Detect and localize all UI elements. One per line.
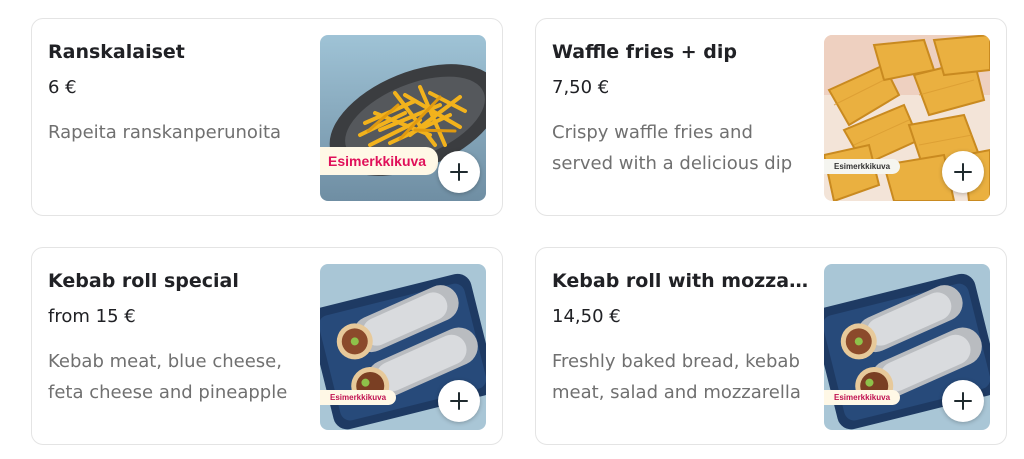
kebab-roll-image: Esimerkkikuva [320,264,486,430]
kebab-roll-image: Esimerkkikuva [824,264,990,430]
menu-item-price: 14,50 € [552,306,621,327]
menu-item-text: Kebab roll special from 15 € Kebab meat,… [48,268,310,408]
plus-icon [450,392,468,410]
add-to-cart-button[interactable] [942,151,984,193]
sample-image-badge: Esimerkkikuva [320,147,439,175]
menu-item-text: Kebab roll with mozzarella 14,50 € Fresh… [552,268,814,408]
menu-item-price: from 15 € [48,306,136,327]
sample-image-badge: Esimerkkikuva [320,390,397,405]
menu-item-description: Rapeita ranskanperunoita [48,122,282,143]
menu-item-description: Crispy waffle fries and served with a de… [552,122,793,174]
menu-item-card-kebab-roll-mozzarella[interactable]: Kebab roll with mozzarella 14,50 € Fresh… [535,247,1007,445]
add-to-cart-button[interactable] [438,151,480,193]
menu-item-description: Freshly baked bread, kebab meat, salad a… [552,351,801,403]
add-to-cart-button[interactable] [438,380,480,422]
menu-item-title: Waffle fries + dip [552,41,738,63]
menu-item-text: Waffle fries + dip 7,50 € Crispy waffle … [552,39,814,179]
menu-item-description: Kebab meat, blue cheese, feta cheese and… [48,351,288,403]
menu-item-title: Kebab roll special [48,270,239,292]
add-to-cart-button[interactable] [942,380,984,422]
menu-item-card-kebab-roll-special[interactable]: Kebab roll special from 15 € Kebab meat,… [31,247,503,445]
fries-plate-image: Esimerkkikuva [320,35,486,201]
menu-item-price: 7,50 € [552,77,610,98]
menu-item-title: Ranskalaiset [48,41,185,63]
plus-icon [954,163,972,181]
sample-image-badge: Esimerkkikuva [824,390,901,405]
menu-item-card-ranskalaiset[interactable]: Ranskalaiset 6 € Rapeita ranskanperunoit… [31,18,503,216]
menu-item-text: Ranskalaiset 6 € Rapeita ranskanperunoit… [48,39,310,148]
plus-icon [450,163,468,181]
menu-item-price: 6 € [48,77,77,98]
waffle-fries-image: Esimerkkikuva [824,35,990,201]
plus-icon [954,392,972,410]
sample-image-badge: Esimerkkikuva [824,159,901,174]
menu-item-grid: Ranskalaiset 6 € Rapeita ranskanperunoit… [0,0,1024,459]
menu-item-title: Kebab roll with mozzarella [552,270,814,292]
menu-item-card-waffle-fries[interactable]: Waffle fries + dip 7,50 € Crispy waffle … [535,18,1007,216]
